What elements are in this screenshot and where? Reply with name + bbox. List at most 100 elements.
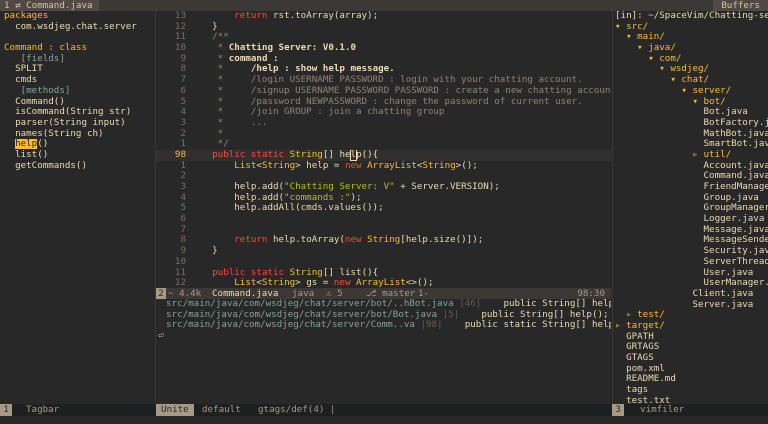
code-line[interactable]: 7 * /login USERNAME PASSWORD : login wit…	[156, 75, 611, 86]
tagbar-entry[interactable]: [methods]	[0, 86, 155, 97]
code-line[interactable]: 3 help.add("Chatting Server: V" + Server…	[156, 182, 611, 193]
unite-results[interactable]: src/main/java/com/wsdjeg/chat/server/bot…	[156, 299, 611, 404]
folder-entry[interactable]: ▾ chat/	[613, 75, 768, 86]
code-line[interactable]: 12 }	[156, 22, 611, 33]
folder-entry[interactable]: ▾ main/	[613, 32, 768, 43]
tagbar-entry[interactable]: packages	[0, 11, 155, 22]
tagbar-entry[interactable]: parser(String input)	[0, 118, 155, 129]
line-number: 4	[180, 107, 186, 118]
unite-prompt[interactable]: ⏎	[156, 331, 611, 342]
file-entry[interactable]: MathBot.java	[613, 129, 768, 140]
line-number: 11	[174, 267, 186, 278]
unite-result-row[interactable]: src/main/java/com/wsdjeg/chat/server/Com…	[156, 320, 611, 331]
code-line[interactable]: 11 /**	[156, 32, 611, 43]
code-line[interactable]: 9 * command :	[156, 54, 611, 65]
code-line[interactable]: 1 */	[156, 139, 611, 150]
code-line[interactable]: 98 public static String[] help(){	[156, 149, 611, 161]
file-entry[interactable]: GTAGS	[613, 353, 768, 364]
line-number: 5	[180, 96, 186, 107]
folder-entry[interactable]: ▹ util/	[613, 150, 768, 161]
code-line[interactable]: 4 * /join GROUP : join a chatting group	[156, 107, 611, 118]
folder-entry[interactable]: ▾ server/	[613, 86, 768, 97]
tagbar-entry[interactable]: Command : class	[0, 43, 155, 54]
filetype: java	[292, 288, 315, 299]
file-entry[interactable]: Server.java	[613, 300, 768, 311]
code-line[interactable]: 2 *	[156, 129, 611, 140]
tagbar-entry[interactable]: help()	[0, 139, 155, 150]
code-line[interactable]: 6	[156, 214, 611, 225]
file-entry[interactable]: tags	[613, 385, 768, 396]
file-entry[interactable]: Command.java	[613, 171, 768, 182]
folder-entry[interactable]: ▹ target/	[613, 321, 768, 332]
tagbar-entry[interactable]: SPLIT	[0, 64, 155, 75]
vimfiler-pane[interactable]: [in]: ~/SpaceVim/Chatting-serv ▾ src/ ▾ …	[612, 11, 768, 405]
code-line[interactable]: 10 * Chatting Server: V0.1.0	[156, 43, 611, 54]
file-entry[interactable]: README.md	[613, 374, 768, 385]
unite-result-row[interactable]: src/main/java/com/wsdjeg/chat/server/bot…	[156, 299, 611, 310]
file-entry[interactable]: FriendManager.java	[613, 182, 768, 193]
folder-entry[interactable]: ▾ com/	[613, 54, 768, 65]
result-path: src/main/java/com/wsdjeg/chat/server/bot…	[166, 309, 438, 320]
file-entry[interactable]: BotFactory.java	[613, 118, 768, 129]
selected-tag[interactable]: help	[15, 139, 38, 150]
folder-entry[interactable]: ▾ java/	[613, 43, 768, 54]
code-line[interactable]: 1 List<String> help = new ArrayList<Stri…	[156, 161, 611, 172]
line-number: 3	[180, 117, 186, 128]
code-line[interactable]: 2	[156, 171, 611, 182]
file-entry[interactable]: Message.java	[613, 225, 768, 236]
file-entry[interactable]: Group.java	[613, 193, 768, 204]
line-number: 10	[174, 256, 186, 267]
file-entry[interactable]: Client.java	[613, 289, 768, 300]
file-entry[interactable]: ServerThread.java	[613, 257, 768, 268]
code-view[interactable]: 13 return rst.toArray(array); 12 } 11 /** 1…	[156, 11, 611, 289]
file-entry[interactable]: Bot.java	[613, 107, 768, 118]
file-entry[interactable]: Security.java	[613, 246, 768, 257]
tagbar-entry[interactable]: isCommand(String str)	[0, 107, 155, 118]
editor-pane[interactable]: 13 return rst.toArray(array); 12 } 11 /** 1…	[156, 11, 611, 288]
code-line[interactable]: 8 * /help : show help message.	[156, 64, 611, 75]
file-entry[interactable]: GRTAGS	[613, 342, 768, 353]
folder-entry[interactable]: ▾ wsdjeg/	[613, 64, 768, 75]
buffers-label[interactable]: Buffers	[713, 0, 768, 11]
tagbar-entry[interactable]: list()	[0, 150, 155, 161]
folder-entry[interactable]: ▹ test/	[613, 310, 768, 321]
window-number: 2	[156, 288, 166, 299]
file-entry[interactable]: SmartBot.java	[613, 139, 768, 150]
folder-entry[interactable]: ▾ bot/	[613, 97, 768, 108]
unite-result-row[interactable]: src/main/java/com/wsdjeg/chat/server/bot…	[156, 310, 611, 321]
tab-command-java[interactable]: 1 ⇄ Command.java	[0, 0, 99, 11]
tagbar-entry[interactable]: cmds	[0, 75, 155, 86]
file-entry[interactable]: GroupManager.java	[613, 203, 768, 214]
tagbar-entry[interactable]	[0, 32, 155, 43]
code-text: * ...	[217, 117, 268, 128]
code-line[interactable]: 13 return rst.toArray(array);	[156, 11, 611, 22]
code-line[interactable]: 6 * /signup USERNAME PASSWORD PASSWORD :…	[156, 86, 611, 97]
code-line[interactable]: 9 }	[156, 246, 611, 257]
code-line[interactable]: 5 help.addAll(cmds.values());	[156, 203, 611, 214]
code-line[interactable]: 11 public static String[] list(){	[156, 268, 611, 279]
tagbar-pane[interactable]: packages com.wsdjeg.chat.server Command :…	[0, 11, 156, 404]
file-entry[interactable]: User.java	[613, 268, 768, 279]
file-entry[interactable]: UserManager.java	[613, 278, 768, 289]
result-line: |46|	[459, 299, 482, 309]
file-entry[interactable]: Account.java	[613, 161, 768, 172]
file-entry[interactable]: GPATH	[613, 332, 768, 343]
tagbar-entry[interactable]: getCommands()	[0, 161, 155, 172]
command-line[interactable]	[0, 416, 768, 424]
code-line[interactable]: 7	[156, 225, 611, 236]
tagbar-entry[interactable]: com.wsdjeg.chat.server	[0, 22, 155, 33]
file-entry[interactable]: Logger.java	[613, 214, 768, 225]
folder-entry[interactable]: ▾ src/	[613, 22, 768, 33]
file-entry[interactable]: MessageSender.java	[613, 235, 768, 246]
code-line[interactable]: 8 return help.toArray(new String[help.si…	[156, 235, 611, 246]
code-line[interactable]: 3 * ...	[156, 118, 611, 129]
code-line[interactable]: 5 * /password NEWPASSWORD : change the p…	[156, 97, 611, 108]
code-line[interactable]: 4 help.add("commands :");	[156, 193, 611, 204]
line-number: 5	[180, 203, 186, 214]
warning-count: ⚠ 5	[326, 288, 343, 299]
tagbar-entry[interactable]: Command()	[0, 97, 155, 108]
tagbar-entry[interactable]: names(String ch)	[0, 129, 155, 140]
file-entry[interactable]: pom.xml	[613, 364, 768, 375]
code-line[interactable]: 10	[156, 257, 611, 268]
tagbar-entry[interactable]: [fields]	[0, 54, 155, 65]
